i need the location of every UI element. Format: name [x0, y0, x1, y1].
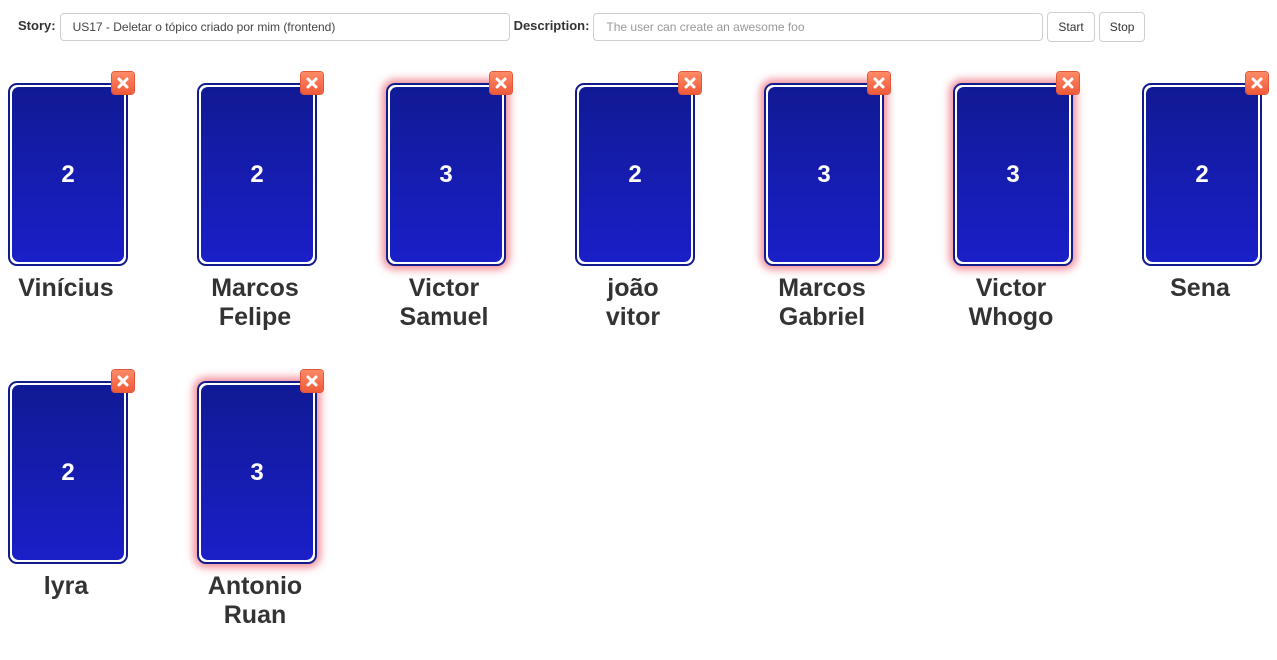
card-vote-value: 2 [628, 160, 642, 188]
card-face: 2 [12, 385, 124, 560]
remove-player-button[interactable] [301, 370, 323, 392]
close-icon [873, 77, 885, 89]
player-name: joão vitor [605, 274, 661, 331]
vote-card: 2 [197, 83, 317, 266]
card-face: 3 [957, 87, 1069, 262]
remove-player-button[interactable] [679, 72, 701, 94]
close-icon [495, 77, 507, 89]
player-slot: 2 Vinícius [0, 72, 189, 362]
card-face: 2 [12, 87, 124, 262]
player-slot: 2 Sena [1134, 72, 1277, 362]
player-name: Marcos Felipe [211, 274, 299, 331]
card-vote-value: 2 [250, 160, 264, 188]
player-name: Victor Samuel [399, 274, 489, 331]
player-name: Sena [1170, 274, 1230, 302]
vote-card: 2 [1142, 83, 1262, 266]
card-vote-value: 3 [250, 458, 264, 486]
card-face: 3 [390, 87, 502, 262]
vote-card: 3 [764, 83, 884, 266]
remove-player-button[interactable] [868, 72, 890, 94]
card-vote-value: 3 [1006, 160, 1020, 188]
remove-player-button[interactable] [490, 72, 512, 94]
description-label: Description: [513, 17, 590, 33]
vote-card: 3 [197, 381, 317, 564]
player-slot: 3 Marcos Gabriel [756, 72, 945, 362]
stop-button[interactable]: Stop [1098, 12, 1146, 42]
start-button[interactable]: Start [1047, 12, 1095, 42]
remove-player-button[interactable] [1057, 72, 1079, 94]
card-vote-value: 2 [61, 160, 75, 188]
player-name: Victor Whogo [968, 274, 1054, 331]
card-vote-value: 2 [61, 458, 75, 486]
description-input[interactable] [593, 13, 1044, 41]
card-vote-value: 3 [439, 160, 453, 188]
player-slot: 2 Marcos Felipe [189, 72, 378, 362]
remove-player-button[interactable] [301, 72, 323, 94]
player-slot: 3 Antonio Ruan [189, 370, 378, 660]
remove-player-button[interactable] [112, 370, 134, 392]
vote-card: 2 [8, 381, 128, 564]
vote-card: 2 [8, 83, 128, 266]
player-name: Marcos Gabriel [778, 274, 866, 331]
player-slot: 3 Victor Samuel [378, 72, 567, 362]
card-face: 2 [1146, 87, 1258, 262]
close-icon [306, 375, 318, 387]
story-label: Story: [18, 17, 56, 33]
player-slot: 2 joão vitor [567, 72, 756, 362]
close-icon [117, 77, 129, 89]
player-slot: 2 lyra [0, 370, 189, 660]
player-name: Vinícius [18, 274, 114, 302]
story-input[interactable] [59, 13, 510, 41]
vote-card: 3 [953, 83, 1073, 266]
close-icon [117, 375, 129, 387]
card-face: 3 [201, 385, 313, 560]
player-name: lyra [43, 572, 89, 600]
close-icon [684, 77, 696, 89]
remove-player-button[interactable] [1246, 72, 1268, 94]
player-name: Antonio Ruan [207, 572, 303, 629]
close-icon [306, 77, 318, 89]
card-face: 2 [579, 87, 691, 262]
vote-card: 2 [575, 83, 695, 266]
vote-card: 3 [386, 83, 506, 266]
player-slot: 3 Victor Whogo [945, 72, 1134, 362]
card-vote-value: 3 [817, 160, 831, 188]
close-icon [1062, 77, 1074, 89]
card-face: 2 [201, 87, 313, 262]
remove-player-button[interactable] [112, 72, 134, 94]
card-face: 3 [768, 87, 880, 262]
close-icon [1251, 77, 1263, 89]
story-toolbar: Story: Description: Start Stop [18, 12, 1149, 42]
card-vote-value: 2 [1195, 160, 1209, 188]
